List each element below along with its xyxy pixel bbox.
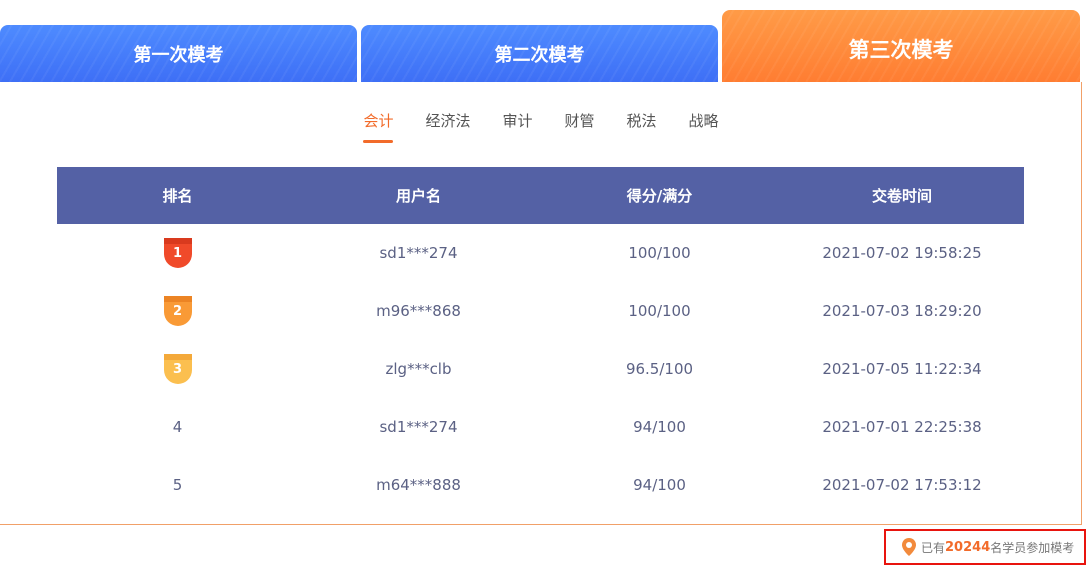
exam-tabs: 第一次模考 第二次模考 第三次模考 <box>0 0 1090 82</box>
time-cell: 2021-07-03 18:29:20 <box>822 302 982 320</box>
table-row: 3 zlg***clb 96.5/100 2021-07-05 11:22:34 <box>57 340 1024 398</box>
username-cell: sd1***274 <box>379 418 458 436</box>
table-row: 2 m96***868 100/100 2021-07-03 18:29:20 <box>57 282 1024 340</box>
score-cell: 100/100 <box>628 244 691 262</box>
rank-value: 4 <box>172 418 183 436</box>
table-row: 1 sd1***274 100/100 2021-07-02 19:58:25 <box>57 224 1024 282</box>
table-row: 4 sd1***274 94/100 2021-07-01 22:25:38 <box>57 398 1024 456</box>
tab-label: 第三次模考 <box>848 38 954 62</box>
username-cell: sd1***274 <box>379 244 458 262</box>
location-pin-icon <box>902 538 916 556</box>
table-header: 排名 用户名 得分/满分 交卷时间 <box>57 167 1024 224</box>
subject-tab-financial-management[interactable]: 财管 <box>565 110 595 143</box>
rank-value: 1 <box>172 245 183 261</box>
tab-label: 第二次模考 <box>494 44 585 66</box>
time-cell: 2021-07-02 19:58:25 <box>822 244 982 262</box>
rank-medal-icon: 2 <box>162 296 194 326</box>
header-submit-time: 交卷时间 <box>871 187 932 205</box>
rank-value: 3 <box>172 361 183 377</box>
header-username: 用户名 <box>395 187 441 205</box>
subject-tab-accounting[interactable]: 会计 <box>363 110 394 143</box>
rank-value: 2 <box>172 303 183 319</box>
participant-prefix: 已有 <box>921 540 946 555</box>
subject-tab-audit[interactable]: 审计 <box>502 110 532 143</box>
username-cell: m64***888 <box>376 476 461 494</box>
subject-tab-tax-law[interactable]: 税法 <box>627 110 657 143</box>
tab-third-mock-exam[interactable]: 第三次模考 <box>722 10 1080 82</box>
time-cell: 2021-07-05 11:22:34 <box>822 360 982 378</box>
subject-tab-strategy[interactable]: 战略 <box>689 110 719 143</box>
time-cell: 2021-07-01 22:25:38 <box>822 418 982 436</box>
ranking-table: 排名 用户名 得分/满分 交卷时间 1 sd1***274 100/100 20… <box>57 167 1024 514</box>
score-cell: 96.5/100 <box>625 360 694 378</box>
score-cell: 94/100 <box>633 476 686 494</box>
header-rank: 排名 <box>162 187 193 205</box>
tab-second-mock-exam[interactable]: 第二次模考 <box>361 25 718 82</box>
tab-first-mock-exam[interactable]: 第一次模考 <box>0 25 357 82</box>
rank-medal-icon: 3 <box>162 354 194 384</box>
rank-medal-icon: 1 <box>162 238 194 268</box>
subject-tab-economic-law[interactable]: 经济法 <box>425 110 470 143</box>
rank-value: 5 <box>172 476 183 494</box>
participant-count: 已有 20244 名学员参加模考 <box>884 529 1086 565</box>
table-row: 5 m64***888 94/100 2021-07-02 17:53:12 <box>57 456 1024 514</box>
tab-label: 第一次模考 <box>133 44 224 66</box>
time-cell: 2021-07-02 17:53:12 <box>822 476 982 494</box>
username-cell: m96***868 <box>376 302 461 320</box>
participant-number: 20244 <box>945 539 991 555</box>
ranking-panel: 会计 经济法 审计 财管 税法 战略 排名 用户名 得分/满分 交卷时间 1 s… <box>0 82 1082 525</box>
subject-tabs: 会计 经济法 审计 财管 税法 战略 <box>0 110 1082 143</box>
username-cell: zlg***clb <box>385 360 452 378</box>
score-cell: 94/100 <box>633 418 686 436</box>
participant-suffix: 名学员参加模考 <box>990 540 1075 555</box>
score-cell: 100/100 <box>628 302 691 320</box>
header-score: 得分/满分 <box>626 187 693 205</box>
